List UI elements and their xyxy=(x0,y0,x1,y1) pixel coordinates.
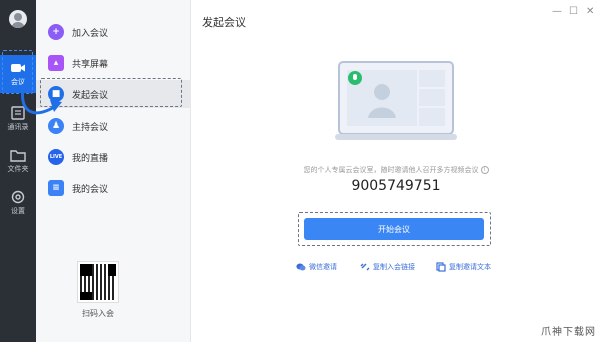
copy-text-icon xyxy=(436,262,446,272)
menu-item-label: 我的会议 xyxy=(72,184,109,195)
plus-icon: + xyxy=(48,24,64,40)
menu-item-my-meetings[interactable]: ≡ 我的会议 xyxy=(36,174,191,202)
wechat-invite-link[interactable]: 微信邀请 xyxy=(296,262,337,272)
page-title: 发起会议 xyxy=(202,16,246,29)
left-rail: 会议 通讯录 文件夹 设置 xyxy=(0,0,36,342)
copy-invite-text-button[interactable]: 复制邀请文本 xyxy=(436,262,491,272)
minimize-icon[interactable]: — xyxy=(552,6,562,17)
avatar[interactable] xyxy=(9,10,27,28)
gear-icon xyxy=(11,190,25,204)
curved-arrow-icon xyxy=(21,83,62,115)
qr-code xyxy=(77,261,119,303)
close-icon[interactable]: ✕ xyxy=(586,6,594,17)
share-label: 复制入会链接 xyxy=(373,263,415,271)
menu-item-label: 主持会议 xyxy=(72,122,109,133)
copy-link-button[interactable]: 复制入会链接 xyxy=(360,262,415,272)
rail-item-folder[interactable]: 文件夹 xyxy=(0,142,36,180)
maximize-icon[interactable]: ☐ xyxy=(569,6,578,17)
rail-item-label: 文件夹 xyxy=(7,165,29,173)
watermark: 爪神下载网 xyxy=(541,327,596,338)
link-icon xyxy=(360,263,370,271)
info-icon[interactable]: i xyxy=(480,166,489,174)
menu-item-join[interactable]: + 加入会议 xyxy=(36,18,191,46)
rail-item-label: 设置 xyxy=(11,207,25,215)
share-label: 复制邀请文本 xyxy=(449,263,491,271)
hint-row: 您的个人专属云会议室，随时邀请他人召开多方视频会议 i xyxy=(296,165,496,175)
hint-text: 您的个人专属云会议室，随时邀请他人召开多方视频会议 xyxy=(303,166,479,174)
menu-item-label: 加入会议 xyxy=(72,28,109,39)
rail-item-settings[interactable]: 设置 xyxy=(0,184,36,222)
menu-item-label: 共享屏幕 xyxy=(72,59,109,70)
meeting-menu: + 加入会议 ▴ 共享屏幕 ■ 发起会议 ♟ 主持会议 LIVE 我的直播 ≡ … xyxy=(36,0,191,342)
wechat-icon xyxy=(296,263,306,271)
start-meeting-button[interactable]: 开始会议 xyxy=(304,218,484,240)
meeting-illustration xyxy=(335,61,457,140)
folder-icon xyxy=(10,150,26,162)
meetings-list-icon: ≡ xyxy=(48,180,64,196)
menu-item-label: 我的直播 xyxy=(72,153,109,164)
meeting-id: 9005749751 xyxy=(351,178,441,194)
share-label: 微信邀请 xyxy=(309,263,337,271)
live-icon: LIVE xyxy=(48,149,64,165)
screen-share-icon: ▴ xyxy=(48,55,64,71)
qr-label: 扫码入会 xyxy=(82,309,114,318)
menu-item-share-screen[interactable]: ▴ 共享屏幕 xyxy=(36,49,191,77)
menu-item-live[interactable]: LIVE 我的直播 xyxy=(36,143,191,171)
